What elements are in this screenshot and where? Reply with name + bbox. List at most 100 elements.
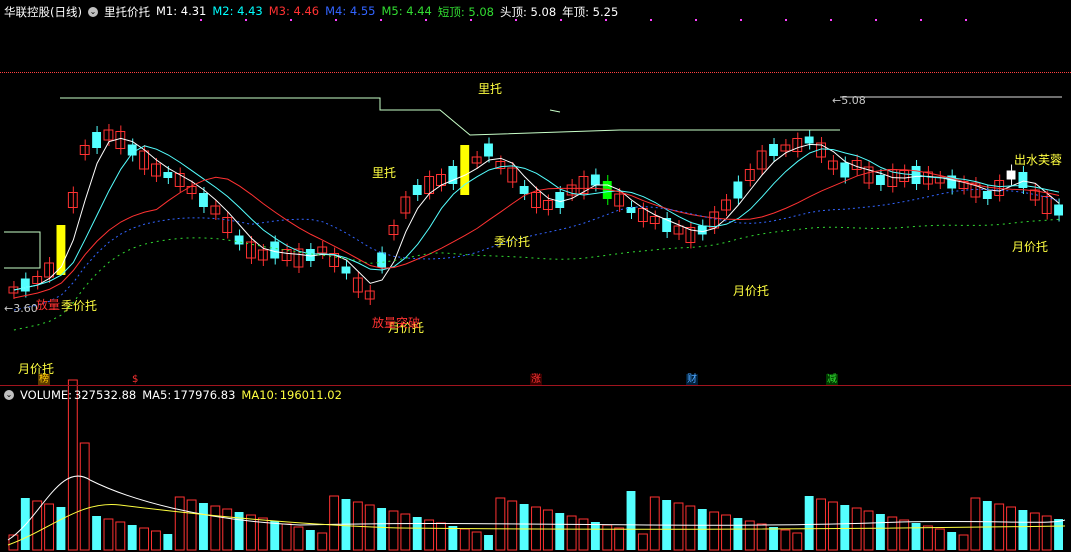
candle-body bbox=[769, 144, 778, 156]
volume-bar bbox=[970, 497, 981, 551]
ma10-value: 196011.02 bbox=[279, 388, 342, 402]
volume-bar bbox=[186, 499, 197, 551]
signal-dot bbox=[695, 19, 697, 21]
candle-body bbox=[555, 192, 565, 208]
candle-body bbox=[377, 252, 387, 268]
volume-bar bbox=[733, 518, 743, 550]
volume-bar bbox=[139, 527, 150, 551]
volume-bar bbox=[103, 518, 114, 551]
volume-bar bbox=[542, 509, 553, 551]
volume-bar bbox=[792, 532, 803, 551]
candle-body bbox=[590, 174, 600, 186]
volume-bar bbox=[388, 510, 399, 551]
volume-bar bbox=[756, 523, 767, 551]
volume-bar bbox=[649, 496, 660, 551]
volume-bar bbox=[1018, 510, 1028, 550]
candle-body bbox=[1006, 170, 1016, 180]
signal-dot bbox=[380, 19, 382, 21]
annotation-ji-jia-tuo-1: 季价托 bbox=[61, 299, 98, 313]
volume-bar bbox=[484, 535, 493, 550]
volume-label: VOLUME: bbox=[20, 388, 73, 402]
annotation-li-tuo-mid: 里托 bbox=[372, 166, 397, 180]
candle-body bbox=[139, 150, 150, 170]
panel-separator bbox=[0, 385, 1071, 386]
volume-bar bbox=[709, 511, 720, 551]
candle-body bbox=[840, 162, 850, 178]
candle-body bbox=[92, 132, 102, 148]
volume-bar bbox=[56, 507, 66, 550]
volume-bar bbox=[934, 528, 945, 551]
volume-bar bbox=[851, 507, 862, 551]
low-price-marker: ←3.60 bbox=[4, 302, 38, 315]
volume-bar bbox=[519, 504, 529, 550]
li-tuo-step-line bbox=[4, 97, 840, 269]
annotation-fang-liang-tu-po: 放量突破 bbox=[372, 316, 421, 330]
candle-body bbox=[519, 186, 529, 194]
volume-bar bbox=[222, 508, 233, 551]
volume-bar bbox=[590, 522, 600, 550]
volume-bar bbox=[804, 496, 814, 550]
volume-bar bbox=[875, 514, 885, 550]
candle-body bbox=[341, 266, 351, 274]
volume-bar bbox=[685, 505, 696, 551]
volume-bar bbox=[1054, 519, 1063, 550]
volume-bar bbox=[163, 534, 173, 550]
volume-bar bbox=[281, 523, 292, 551]
volume-bar bbox=[127, 525, 137, 550]
signal-dot bbox=[515, 19, 517, 21]
annotation-chu-shui-fu-rong: 出水芙蓉 bbox=[1014, 153, 1063, 167]
volume-bar bbox=[578, 518, 589, 551]
volume-bar bbox=[899, 519, 910, 551]
annotation-yue-jia-tuo-2: 月价托 bbox=[733, 284, 770, 298]
volume-bar bbox=[79, 442, 90, 551]
volume-bar bbox=[566, 515, 577, 551]
ma-line-m5 bbox=[13, 218, 1060, 331]
candle-body bbox=[163, 172, 173, 178]
volume-bar bbox=[400, 513, 411, 551]
candle-body bbox=[875, 175, 885, 185]
candle-body bbox=[20, 278, 30, 292]
signal-dot bbox=[650, 19, 652, 21]
volume-bar bbox=[958, 534, 969, 551]
volume-bar bbox=[32, 500, 43, 551]
volume-bar bbox=[448, 526, 458, 550]
ma-line-m1 bbox=[13, 137, 1060, 291]
high-price-marker: ←5.08 bbox=[832, 94, 866, 107]
volume-bar bbox=[1029, 512, 1040, 551]
signal-dot bbox=[245, 19, 247, 21]
volume-bar bbox=[305, 530, 315, 550]
ma5-label: MA5: bbox=[142, 388, 172, 402]
kline-chart[interactable] bbox=[0, 0, 1071, 552]
candle-body bbox=[733, 181, 743, 199]
volume-settings-icon[interactable]: ⌄ bbox=[4, 390, 14, 400]
volume-bar bbox=[626, 491, 636, 550]
signal-dot bbox=[335, 19, 337, 21]
volume-bar bbox=[911, 523, 921, 550]
signal-dot bbox=[605, 19, 607, 21]
volume-bar bbox=[827, 501, 838, 551]
signal-dot bbox=[875, 19, 877, 21]
candle-body bbox=[199, 193, 208, 207]
volume-bar bbox=[555, 513, 565, 550]
volume-bar bbox=[67, 379, 78, 551]
volume-bar bbox=[20, 498, 30, 550]
volume-bar bbox=[673, 502, 684, 551]
volume-bar bbox=[151, 530, 161, 551]
ma-line-m2 bbox=[13, 145, 1060, 291]
signal-dot bbox=[830, 19, 832, 21]
annotation-li-tuo-top: 里托 bbox=[478, 82, 503, 96]
signal-dot bbox=[425, 19, 427, 21]
volume-bar bbox=[471, 531, 482, 551]
volume-bar bbox=[507, 500, 518, 551]
volume-bar bbox=[377, 508, 387, 550]
ma10-label: MA10: bbox=[241, 388, 278, 402]
volume-bar bbox=[1006, 506, 1016, 551]
signal-dot bbox=[920, 19, 922, 21]
volume-bar bbox=[115, 521, 126, 551]
high-price-value: 5.08 bbox=[841, 94, 866, 107]
volume-bar bbox=[982, 501, 992, 550]
volume-header: ⌄ VOLUME: 327532.88 MA5: 177976.83 MA10:… bbox=[4, 388, 342, 402]
candle-body bbox=[804, 136, 814, 144]
signal-dot bbox=[785, 19, 787, 21]
annotation-ji-jia-tuo-2: 季价托 bbox=[494, 235, 531, 249]
